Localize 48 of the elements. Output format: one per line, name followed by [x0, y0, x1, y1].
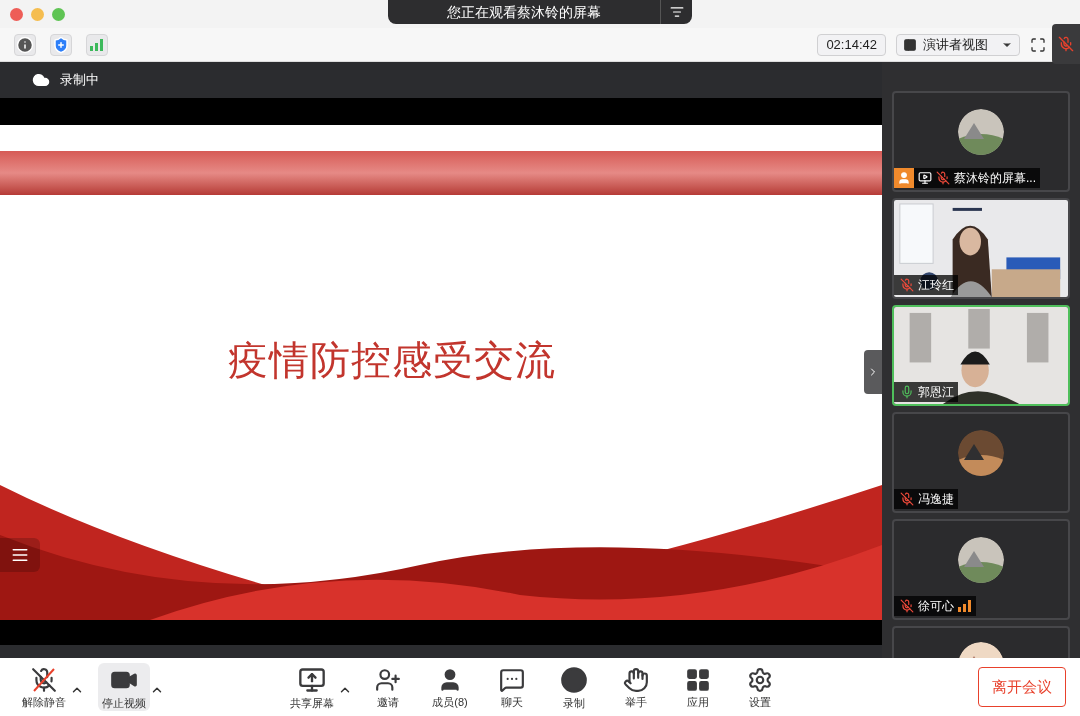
toolbar-button[interactable]: 设置	[734, 663, 786, 711]
name-label: 江玲红	[894, 275, 958, 295]
participant-tile[interactable]: 蔡沐铃的屏幕...	[892, 91, 1070, 192]
side-panel-toggle[interactable]	[864, 350, 882, 394]
toolbar-button[interactable]: 成员(8)	[424, 663, 476, 711]
toolbar-button[interactable]: 录制	[548, 663, 600, 711]
close-window-button[interactable]	[10, 7, 23, 21]
signal-icon	[90, 38, 104, 51]
apps-grid-icon	[685, 666, 711, 693]
mic-muted-icon	[1058, 36, 1074, 52]
toolbar-button[interactable]: 共享屏幕	[286, 663, 338, 711]
name-label: 冯逸捷	[894, 489, 958, 509]
toolbar-button[interactable]: 解除静音	[18, 663, 70, 711]
participant-tile[interactable]	[892, 626, 1070, 658]
toolbar-button[interactable]: 邀请	[362, 663, 414, 711]
participant-tile[interactable]: 徐可心	[892, 519, 1070, 620]
settings-icon	[747, 666, 773, 693]
toolbar-button[interactable]: 聊天	[486, 663, 538, 711]
name-label: 蔡沐铃的屏幕...	[894, 168, 1040, 188]
leave-meeting-button[interactable]: 离开会议	[978, 667, 1066, 707]
add-user-icon	[375, 666, 401, 693]
participant-tile[interactable]: 江玲红	[892, 198, 1070, 299]
toolbar-button[interactable]: 停止视频	[98, 663, 150, 711]
participant-tile[interactable]: 郭恩江	[892, 305, 1070, 406]
recording-indicator: 录制中	[60, 71, 99, 90]
fullscreen-icon[interactable]	[1030, 36, 1046, 53]
chat-bubble-icon	[499, 666, 525, 693]
weak-signal-icon	[958, 600, 972, 612]
menu-icon	[11, 546, 29, 564]
layout-icon	[903, 37, 917, 52]
toolbar-button[interactable]: 应用	[672, 663, 724, 711]
info-icon[interactable]	[16, 35, 34, 54]
viewing-banner: 您正在观看蔡沐铃的屏幕	[388, 0, 692, 24]
hand-icon	[623, 666, 649, 693]
toolbar-button[interactable]: 举手	[610, 663, 662, 711]
view-dropdown[interactable]: 演讲者视图	[896, 33, 1020, 56]
name-label: 徐可心	[894, 596, 976, 616]
participant-tile[interactable]: 冯逸捷	[892, 412, 1070, 513]
share-screen-icon	[298, 665, 326, 694]
meeting-timer: 02:14:42	[817, 33, 886, 56]
record-icon	[560, 665, 588, 694]
shield-icon[interactable]	[52, 35, 70, 54]
slide-menu-button[interactable]	[0, 538, 40, 572]
floating-mic-button[interactable]	[1052, 24, 1080, 64]
mic-muted-icon	[31, 666, 57, 693]
cloud-icon	[32, 71, 50, 89]
name-label: 郭恩江	[894, 382, 958, 402]
slide-title: 疫情防控感受交流	[228, 340, 556, 380]
